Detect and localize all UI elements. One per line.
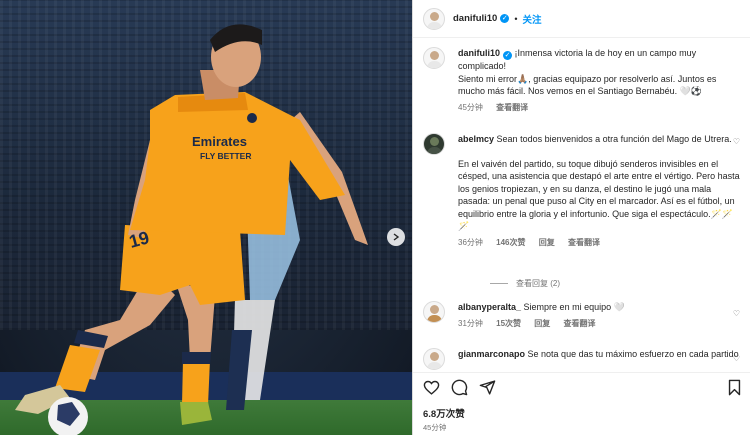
comment-icon[interactable] — [451, 379, 468, 396]
reply-button[interactable]: 回复 — [539, 238, 555, 247]
caption-meta: 45分钟 查看翻译 — [458, 102, 743, 113]
comment-paragraph: Siempre en mi equipo 🤍 — [523, 302, 625, 312]
svg-text:FLY BETTER: FLY BETTER — [200, 151, 251, 161]
comment-avatar[interactable] — [423, 348, 445, 370]
translate-link[interactable]: 查看翻译 — [564, 319, 596, 328]
comment-time: 31分钟 — [458, 318, 483, 328]
translate-link[interactable]: 查看翻译 — [568, 238, 600, 247]
comment-item: ♡ abelmcy Sean todos bienvenidos a otra … — [423, 133, 743, 248]
header-separator: • — [514, 13, 518, 24]
comment-likes[interactable]: 15次赞 — [496, 319, 521, 328]
comment-item: ♡ albanyperalta_ Siempre en mi equipo 🤍 … — [423, 301, 743, 329]
verified-badge-icon: ✓ — [503, 51, 513, 60]
heart-icon[interactable]: ♡ — [733, 354, 740, 363]
heart-icon[interactable]: ♡ — [733, 137, 740, 146]
author-username[interactable]: danifuli10 — [453, 13, 497, 24]
caption-time: 45分钟 — [458, 102, 483, 112]
comment-text: gianmarconapo Se nota que das tu máximo … — [458, 348, 743, 361]
comment-username[interactable]: gianmarconapo — [458, 349, 525, 359]
comment-username[interactable]: albanyperalta_ — [458, 302, 521, 312]
comment-item: ♡ gianmarconapo Se nota que das tu máxim… — [423, 348, 743, 370]
post-side-panel: danifuli10 ✓ • 关注 danifuli10 ✓ ¡Inmensa v… — [412, 0, 750, 435]
svg-text:Emirates: Emirates — [192, 134, 247, 149]
comment-text: abelmcy Sean todos bienvenidos a otra fu… — [458, 133, 743, 233]
caption-line-2: Siento mi error🙏🏽, gracias equipazo por … — [458, 73, 717, 97]
share-icon[interactable] — [479, 379, 496, 396]
verified-badge-icon: ✓ — [500, 14, 510, 23]
comment-avatar[interactable] — [423, 133, 445, 155]
comment-likes[interactable]: 146次赞 — [496, 238, 525, 247]
view-replies-button[interactable]: 查看回复 (2) — [490, 278, 560, 289]
bookmark-icon[interactable] — [727, 379, 742, 396]
comment-time: 36分钟 — [458, 237, 483, 247]
heart-icon[interactable] — [423, 379, 440, 396]
comments-scroll-area[interactable]: danifuli10 ✓ ¡Inmensa victoria la de hoy … — [413, 39, 750, 371]
author-avatar[interactable] — [423, 7, 445, 30]
caption-avatar[interactable] — [423, 47, 445, 69]
comment-username[interactable]: abelmcy — [458, 134, 494, 144]
action-bar — [413, 372, 750, 402]
heart-icon[interactable]: ♡ — [733, 309, 740, 318]
post-header: danifuli10 ✓ • 关注 — [413, 0, 750, 38]
next-image-button[interactable] — [387, 228, 405, 246]
like-count[interactable]: 6.8万次赞 — [423, 406, 465, 420]
reply-button[interactable]: 回复 — [534, 319, 550, 328]
caption-text: danifuli10 ✓ ¡Inmensa victoria la de hoy … — [458, 47, 743, 98]
chevron-right-icon — [393, 233, 400, 241]
comment-meta: 36分钟 146次赞 回复 查看翻译 — [458, 237, 743, 248]
player-illustration: Emirates FLY BETTER 19 — [15, 24, 368, 435]
post-timestamp: 45分钟 — [423, 423, 447, 432]
caption-username[interactable]: danifuli10 — [458, 48, 500, 58]
comment-meta: 31分钟 15次赞 回复 查看翻译 — [458, 318, 743, 329]
comment-paragraph: Se nota que das tu máximo esfuerzo en ca… — [527, 349, 739, 359]
post-caption: danifuli10 ✓ ¡Inmensa victoria la de hoy … — [423, 47, 743, 113]
comment-text: albanyperalta_ Siempre en mi equipo 🤍 — [458, 301, 743, 314]
post-photo[interactable]: Emirates FLY BETTER 19 — [0, 0, 412, 435]
comment-paragraph-1: Sean todos bienvenidos a otra función de… — [496, 134, 732, 144]
follow-button[interactable]: 关注 — [523, 12, 542, 26]
comment-paragraph-2: En el vaivén del partido, su toque dibuj… — [458, 158, 740, 232]
caption-translate-link[interactable]: 查看翻译 — [496, 103, 528, 112]
comment-avatar[interactable] — [423, 301, 445, 323]
